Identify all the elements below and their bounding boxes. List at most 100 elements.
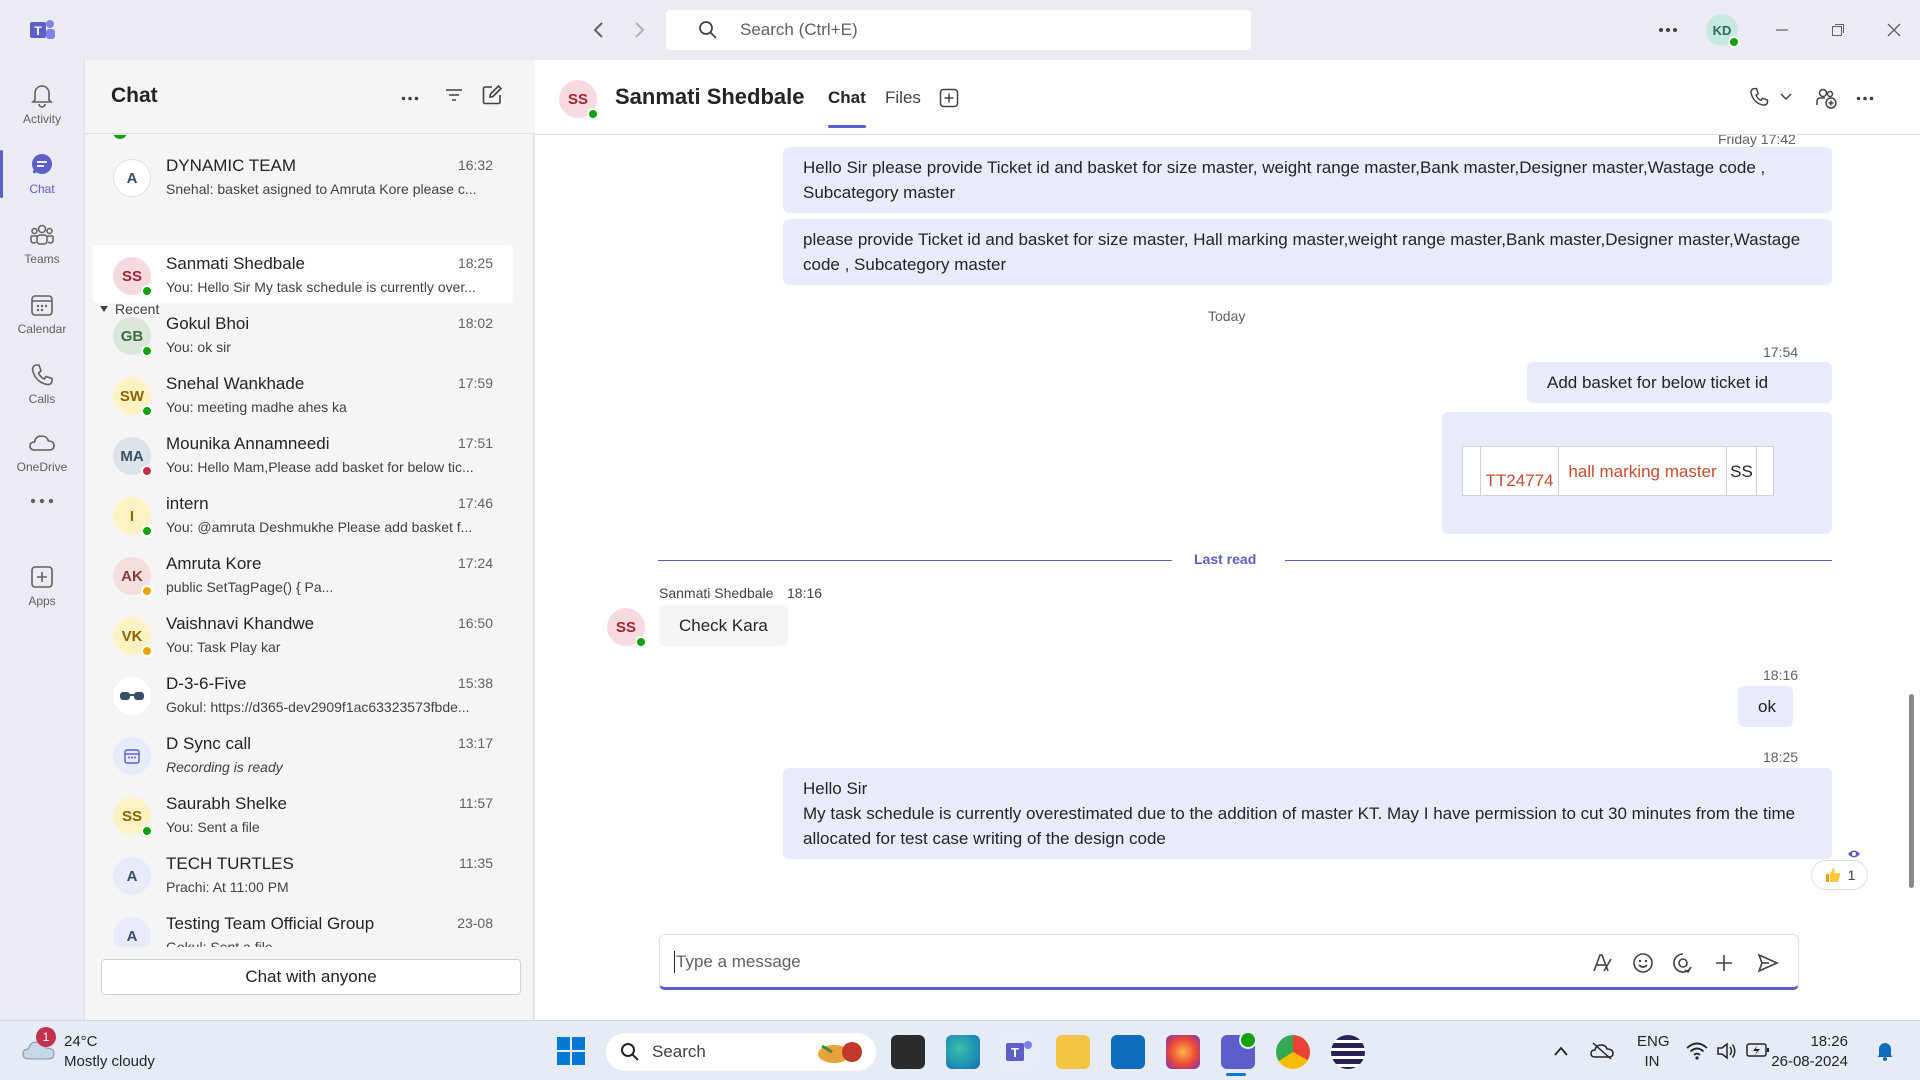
chat-time: 11:35 xyxy=(459,855,493,871)
chevron-up-icon[interactable] xyxy=(1553,1045,1569,1057)
chat-more-icon[interactable] xyxy=(401,96,427,122)
chat-preview: Gokul: Sent a file xyxy=(166,939,273,947)
table-cell-initials: SS xyxy=(1727,447,1757,495)
onedrive-offline-icon[interactable] xyxy=(1590,1041,1614,1061)
rail-calendar[interactable]: Calendar xyxy=(0,280,84,348)
volume-icon[interactable] xyxy=(1716,1041,1738,1061)
rail-label: Chat xyxy=(29,182,55,196)
contact-avatar[interactable]: SS xyxy=(559,80,599,120)
add-attachment-icon[interactable] xyxy=(1712,951,1736,975)
conversation-more-icon[interactable] xyxy=(1856,96,1874,101)
chat-name: Snehal Wankhade xyxy=(166,374,305,393)
file-explorer-icon[interactable] xyxy=(1056,1035,1090,1069)
windows-start-icon[interactable] xyxy=(556,1036,586,1066)
chat-item[interactable]: MA Mounika Annamneedi 17:51 You: Hello Mam,… xyxy=(93,425,513,483)
format-icon[interactable] xyxy=(1590,951,1614,975)
chat-preview: Snehal: basket asigned to Amruta Kore pl… xyxy=(166,181,477,197)
message-bubble-incoming[interactable]: Check Kara xyxy=(659,605,788,646)
last-read-line xyxy=(1285,560,1832,561)
rail-chat[interactable]: Chat xyxy=(0,140,84,208)
chevron-down-icon[interactable] xyxy=(1779,92,1793,102)
send-icon[interactable] xyxy=(1756,951,1780,975)
back-arrow-icon[interactable] xyxy=(587,18,611,42)
add-tab-icon[interactable] xyxy=(939,88,959,108)
chat-item[interactable]: AK Amruta Kore 17:24 public SetTagPage() { … xyxy=(93,545,513,603)
edge-browser-icon[interactable] xyxy=(946,1035,980,1069)
reaction-count: 1 xyxy=(1847,867,1856,883)
search-input[interactable]: Search (Ctrl+E) xyxy=(666,10,1251,50)
chat-item[interactable]: D-3-6-Five 15:38 Gokul: https://d365-dev29… xyxy=(93,665,513,723)
weather-badge: 1 xyxy=(36,1027,56,1047)
message-timestamp: Friday 17:42 xyxy=(1718,135,1796,147)
eclipse-icon[interactable] xyxy=(1331,1035,1365,1069)
chat-item[interactable]: A Testing Team Official Group 23-08 Gokul: … xyxy=(93,905,513,947)
message-area[interactable]: Friday 17:42 Hello Sir please provide Ti… xyxy=(535,135,1920,955)
taskbar-search[interactable]: Search xyxy=(606,1033,876,1071)
chat-item[interactable]: SS Saurabh Shelke 11:57 You: Sent a file xyxy=(93,785,513,843)
sticker-icon[interactable] xyxy=(1671,951,1695,975)
task-view-icon[interactable] xyxy=(891,1035,925,1069)
notification-bell-icon[interactable] xyxy=(1876,1041,1894,1061)
firefox-icon[interactable] xyxy=(1166,1035,1200,1069)
close-icon[interactable] xyxy=(1880,16,1908,44)
teams-taskbar-icon[interactable]: T xyxy=(1001,1035,1035,1069)
chat-item[interactable]: SS Sanmati Shedbale 18:25 You: Hello Sir My… xyxy=(93,245,513,303)
rail-activity[interactable]: Activity xyxy=(0,70,84,138)
chat-time: 17:59 xyxy=(457,375,493,391)
tab-chat[interactable]: Chat xyxy=(828,88,866,128)
text-cursor xyxy=(674,951,675,973)
chat-time: 16:32 xyxy=(457,157,493,173)
add-people-icon[interactable] xyxy=(1814,86,1838,110)
message-bubble[interactable]: Add basket for below ticket id xyxy=(1527,362,1832,403)
chat-item[interactable]: Iintern 17:46 You: @amruta Deshmukhe Pleas… xyxy=(93,485,513,543)
chat-time: 11:57 xyxy=(459,795,493,811)
call-icon[interactable] xyxy=(1748,86,1770,108)
chat-item[interactable]: A TECH TURTLES 11:35 Prachi: At 11:00 PM xyxy=(93,845,513,903)
clock-time[interactable]: 18:26 xyxy=(1786,1033,1848,1050)
chat-item[interactable]: SW Snehal Wankhade 17:59 You: meeting madhe… xyxy=(93,365,513,423)
minimize-icon[interactable] xyxy=(1768,16,1796,44)
chat-item[interactable]: D Sync call 13:17 Recording is ready xyxy=(93,725,513,783)
lang-code[interactable]: ENG xyxy=(1637,1033,1670,1050)
chrome-icon[interactable] xyxy=(1276,1035,1310,1069)
wifi-icon[interactable] xyxy=(1686,1041,1708,1061)
rail-apps[interactable]: Apps xyxy=(0,552,84,620)
search-placeholder: Search (Ctrl+E) xyxy=(740,20,858,39)
message-table-bubble[interactable]: TT24774 hall marking master SS xyxy=(1442,412,1832,534)
clock-date[interactable]: 26-08-2024 xyxy=(1768,1053,1848,1070)
rail-teams[interactable]: Teams xyxy=(0,210,84,278)
lang-region[interactable]: IN xyxy=(1637,1053,1667,1070)
search-highlight-icon xyxy=(814,1038,868,1066)
chat-list-scroll[interactable]: A DYNAMIC TEAM 16:32 Snehal: basket asig… xyxy=(85,135,533,947)
filter-icon[interactable] xyxy=(443,84,469,110)
message-bubble[interactable]: Hello Sir My task schedule is currently … xyxy=(783,768,1832,859)
more-options-icon[interactable] xyxy=(1654,16,1682,44)
emoji-icon[interactable] xyxy=(1631,951,1655,975)
rail-calls[interactable]: Calls xyxy=(0,350,84,418)
rail-more[interactable] xyxy=(0,478,84,528)
chat-item-pinned[interactable]: A DYNAMIC TEAM 16:32 Snehal: basket asig… xyxy=(93,147,513,205)
avatar-initials: MA xyxy=(120,447,144,465)
rail-onedrive[interactable]: OneDrive xyxy=(0,418,84,486)
chat-time: 17:51 xyxy=(457,435,493,451)
contact-avatar xyxy=(113,737,151,775)
reaction-pill[interactable]: 1 xyxy=(1811,860,1868,890)
scrollbar-thumb[interactable] xyxy=(1909,694,1914,888)
chat-item[interactable]: VK Vaishnavi Khandwe 16:50 You: Task Play k… xyxy=(93,605,513,663)
user-avatar[interactable]: KD xyxy=(1706,14,1740,48)
sender-avatar[interactable]: SS xyxy=(607,608,647,648)
message-bubble[interactable]: Hello Sir please provide Ticket id and b… xyxy=(783,147,1832,213)
chat-item[interactable]: GB Gokul Bhoi 18:02 You: ok sir xyxy=(93,305,513,363)
title-bar: T Search (Ctrl+E) KD xyxy=(0,0,1920,60)
battery-icon[interactable] xyxy=(1746,1042,1770,1058)
new-chat-icon[interactable] xyxy=(481,84,507,110)
message-bubble[interactable]: please provide Ticket id and basket for … xyxy=(783,219,1832,285)
teams-active-icon[interactable] xyxy=(1221,1031,1257,1069)
store-icon[interactable] xyxy=(1111,1035,1145,1069)
tab-files[interactable]: Files xyxy=(885,88,921,108)
message-bubble[interactable]: ok xyxy=(1738,686,1793,727)
compose-box[interactable]: Type a message xyxy=(659,934,1799,990)
forward-arrow-icon[interactable] xyxy=(627,18,651,42)
chat-with-anyone-button[interactable]: Chat with anyone xyxy=(101,959,521,995)
restore-icon[interactable] xyxy=(1824,16,1852,44)
